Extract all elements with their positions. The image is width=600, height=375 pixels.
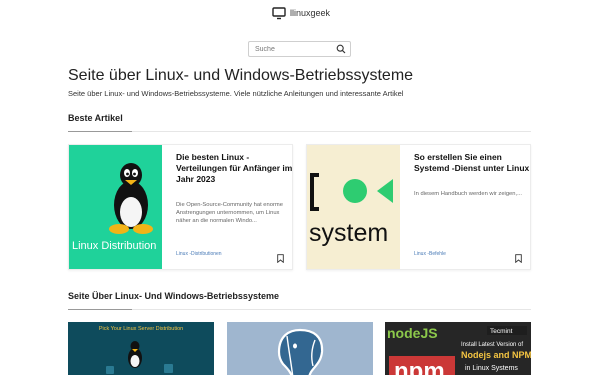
thumbnail-line-2: Nodejs and NPM: [461, 350, 531, 360]
site-logo[interactable]: llinuxgeek: [272, 6, 330, 20]
latest-articles-heading: Seite Über Linux- Und Windows-Betriebssy…: [68, 291, 279, 301]
nodejs-logo-text: nodeJS: [387, 325, 438, 341]
best-articles-heading: Beste Artikel: [68, 113, 123, 123]
section-divider-accent: [68, 309, 132, 310]
site-name: llinuxgeek: [290, 8, 331, 18]
site-header: llinuxgeek: [0, 0, 600, 32]
section-divider-accent: [68, 131, 132, 132]
article-title[interactable]: So erstellen Sie einen Systemd -Dienst u…: [414, 152, 530, 174]
article-category[interactable]: Linux -Distributionen: [176, 251, 222, 257]
search-icon[interactable]: [336, 44, 346, 54]
image-caption: Linux Distribution: [72, 240, 156, 252]
npm-logo-text: npm: [394, 358, 445, 375]
article-thumbnail[interactable]: [227, 322, 373, 375]
article-image[interactable]: system: [307, 145, 400, 269]
article-title[interactable]: Die besten Linux -Verteilungen für Anfän…: [176, 152, 292, 185]
bookmark-icon[interactable]: [277, 254, 284, 263]
section-divider: [68, 131, 531, 132]
thumbnail-line-3: in Linux Systems: [465, 365, 518, 372]
section-divider: [68, 309, 531, 310]
image-caption: system: [309, 219, 388, 247]
tecmint-badge-text: Tecmint: [490, 328, 513, 335]
article-excerpt: In diesem Handbuch werden wir zeigen,...: [414, 191, 522, 197]
article-excerpt: Die Open-Source-Community hat enorme Ans…: [176, 202, 283, 225]
article-thumbnail[interactable]: nodeJS Tecmint Install Latest Version of…: [385, 322, 531, 375]
page-description: Seite über Linux- und Windows-Betriebssy…: [68, 89, 404, 98]
article-thumbnail[interactable]: Pick Your Linux Server Distribution: [68, 322, 214, 375]
page-title: Seite über Linux- und Windows-Betriebssy…: [68, 67, 414, 84]
article-category[interactable]: Linux -Befehle: [414, 251, 446, 257]
thumbnail-line-1: Install Latest Version of: [461, 342, 523, 348]
linux-distribution-image: Linux Distribution: [69, 145, 162, 269]
article-card[interactable]: Linux Distribution Die besten Linux -Ver…: [68, 144, 293, 270]
search-box: [248, 41, 351, 57]
bookmark-icon[interactable]: [515, 254, 522, 263]
article-card[interactable]: system So erstellen Sie einen Systemd -D…: [306, 144, 531, 270]
monitor-icon: [272, 7, 286, 20]
systemd-image: system: [307, 145, 400, 269]
search-input[interactable]: [255, 44, 335, 55]
article-image[interactable]: Linux Distribution: [69, 145, 162, 269]
thumbnail-caption: Pick Your Linux Server Distribution: [99, 326, 183, 332]
